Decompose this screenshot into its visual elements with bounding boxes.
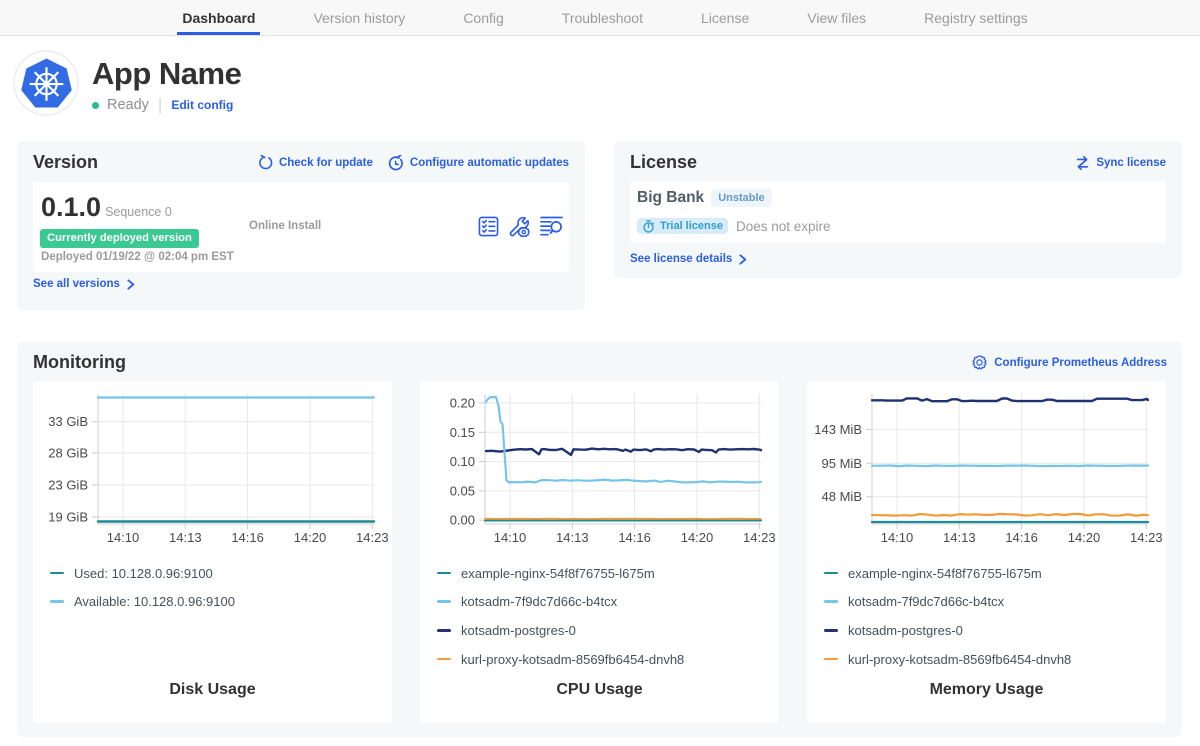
svg-text:0.00: 0.00: [450, 513, 475, 528]
svg-text:14:16: 14:16: [231, 530, 264, 545]
svg-text:48 MiB: 48 MiB: [822, 489, 862, 504]
svg-text:95 MiB: 95 MiB: [822, 456, 862, 471]
svg-text:14:16: 14:16: [1005, 530, 1038, 545]
svg-text:14:23: 14:23: [356, 530, 389, 545]
svg-text:28 GiB: 28 GiB: [48, 446, 88, 461]
svg-text:14:20: 14:20: [681, 530, 714, 545]
svg-text:23 GiB: 23 GiB: [48, 478, 88, 493]
svg-text:14:23: 14:23: [743, 530, 776, 545]
svg-text:14:20: 14:20: [294, 530, 327, 545]
svg-text:14:10: 14:10: [881, 530, 914, 545]
svg-text:143 MiB: 143 MiB: [814, 422, 862, 437]
svg-text:14:13: 14:13: [943, 530, 976, 545]
svg-text:19 GiB: 19 GiB: [48, 510, 88, 525]
svg-text:14:20: 14:20: [1068, 530, 1101, 545]
svg-text:14:13: 14:13: [169, 530, 202, 545]
svg-text:14:23: 14:23: [1130, 530, 1163, 545]
svg-text:0.15: 0.15: [450, 425, 475, 440]
svg-text:0.10: 0.10: [450, 454, 475, 469]
svg-text:14:10: 14:10: [494, 530, 527, 545]
svg-text:0.20: 0.20: [450, 396, 475, 411]
svg-text:14:13: 14:13: [556, 530, 589, 545]
svg-text:0.05: 0.05: [450, 483, 475, 498]
svg-text:14:16: 14:16: [618, 530, 651, 545]
svg-text:33 GiB: 33 GiB: [48, 414, 88, 429]
svg-text:14:10: 14:10: [107, 530, 140, 545]
